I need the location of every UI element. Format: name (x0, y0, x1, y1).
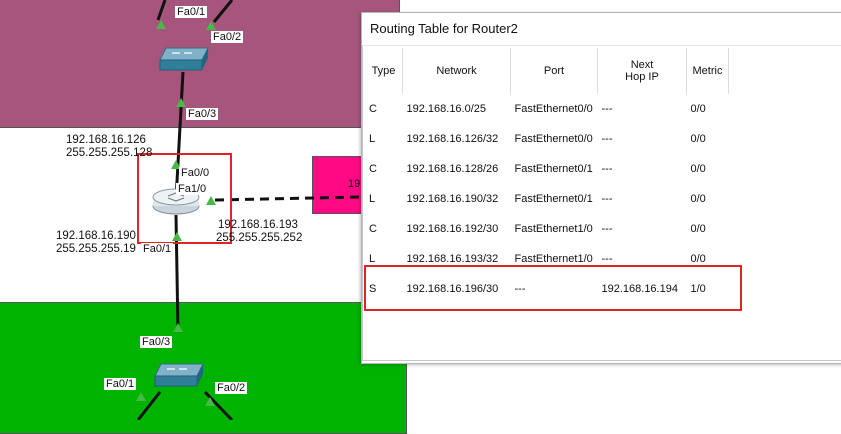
col-header-network[interactable]: Network (402, 48, 511, 94)
link-up-icon (136, 392, 146, 401)
cell-next-hop: --- (601, 223, 613, 235)
cell-network: 192.168.16.192/30 (406, 223, 499, 235)
link-up-icon (205, 397, 215, 406)
top-right-link (212, 0, 234, 23)
top-switch-port-fa01: Fa0/1 (175, 6, 208, 18)
cell-metric: 0/0 (690, 103, 706, 115)
router-fa00-ip: 192.168.16.126 (66, 134, 146, 146)
router-port-fa10: Fa1/0 (176, 183, 209, 195)
bottom-switch-port-fa01: Fa0/1 (104, 378, 137, 390)
next-hop-header-line1: Next (630, 59, 654, 71)
cell-network: 192.168.16.0/25 (406, 103, 487, 115)
cell-type: C (369, 223, 377, 235)
link-up-icon (206, 21, 216, 30)
cell-port: FastEthernet1/0 (514, 223, 593, 235)
bottom-switch-icon[interactable] (153, 362, 205, 390)
table-row[interactable]: C 192.168.16.0/25 FastEthernet0/0 --- 0/… (365, 94, 729, 124)
link-up-icon (156, 20, 166, 29)
router-fa10-ip: 192.168.16.193 (218, 219, 298, 231)
cell-type: C (369, 103, 377, 115)
link-up-icon (173, 323, 183, 332)
cell-type: C (369, 163, 377, 175)
col-header-next-hop[interactable]: Next Hop IP (597, 48, 687, 94)
cell-type: L (369, 133, 376, 145)
table-row[interactable]: L 192.168.16.126/32 FastEthernet0/0 --- … (365, 124, 729, 154)
router-fa10-mask: 255.255.255.252 (216, 232, 303, 244)
cell-metric: 0/0 (690, 133, 706, 145)
routing-table-window[interactable]: Routing Table for Router2 Type Network P… (361, 12, 841, 364)
cell-metric: 0/0 (690, 163, 706, 175)
top-switch-icon[interactable] (158, 46, 210, 74)
cell-port: FastEthernet0/0 (514, 133, 593, 145)
serial-link (214, 195, 363, 202)
static-route-highlight-box (364, 265, 742, 311)
bottom-switch-port-fa03: Fa0/3 (140, 336, 173, 348)
router-port-fa00: Fa0/0 (179, 167, 212, 179)
cell-port: FastEthernet0/1 (514, 193, 593, 205)
col-header-port[interactable]: Port (510, 48, 598, 94)
next-hop-header-line2: Hop IP (625, 71, 659, 83)
table-header-row: Type Network Port Next Hop IP Metric (365, 48, 729, 94)
cell-next-hop: --- (601, 193, 613, 205)
router-fa01-ip: 192.168.16.190 (56, 230, 136, 242)
top-switch-port-fa02: Fa0/2 (211, 31, 244, 43)
table-row[interactable]: C 192.168.16.128/26 FastEthernet0/1 --- … (365, 154, 729, 184)
magenta-device-label: 19 (348, 178, 361, 190)
cell-port: FastEthernet0/1 (514, 163, 593, 175)
cell-next-hop: --- (601, 133, 613, 145)
routing-table-panel: Type Network Port Next Hop IP Metric C 1… (362, 46, 841, 361)
cell-port: FastEthernet0/0 (514, 103, 593, 115)
top-switch-port-fa03: Fa0/3 (186, 108, 219, 120)
cell-metric: 0/0 (690, 223, 706, 235)
link-up-icon (172, 232, 182, 241)
bottom-switch-port-fa02: Fa0/2 (215, 382, 248, 394)
col-header-metric[interactable]: Metric (686, 48, 729, 94)
cell-network: 192.168.16.190/32 (406, 193, 499, 205)
table-row[interactable]: L 192.168.16.190/32 FastEthernet0/1 --- … (365, 184, 729, 214)
cell-next-hop: --- (601, 163, 613, 175)
window-title: Routing Table for Router2 (362, 13, 841, 46)
cell-type: L (369, 193, 376, 205)
link-up-icon (176, 98, 186, 107)
router-fa00-mask: 255.255.255.128 (66, 147, 153, 159)
link-up-icon (206, 196, 216, 205)
router-fa01-mask: 255.255.255.19 (56, 243, 136, 255)
top-left-link (156, 0, 167, 21)
cell-network: 192.168.16.126/32 (406, 133, 499, 145)
cell-next-hop: --- (601, 103, 613, 115)
col-header-type[interactable]: Type (365, 48, 403, 94)
router-port-fa01: Fa0/1 (141, 243, 174, 255)
table-row[interactable]: C 192.168.16.192/30 FastEthernet1/0 --- … (365, 214, 729, 244)
cell-metric: 0/0 (690, 193, 706, 205)
cell-network: 192.168.16.128/26 (406, 163, 499, 175)
